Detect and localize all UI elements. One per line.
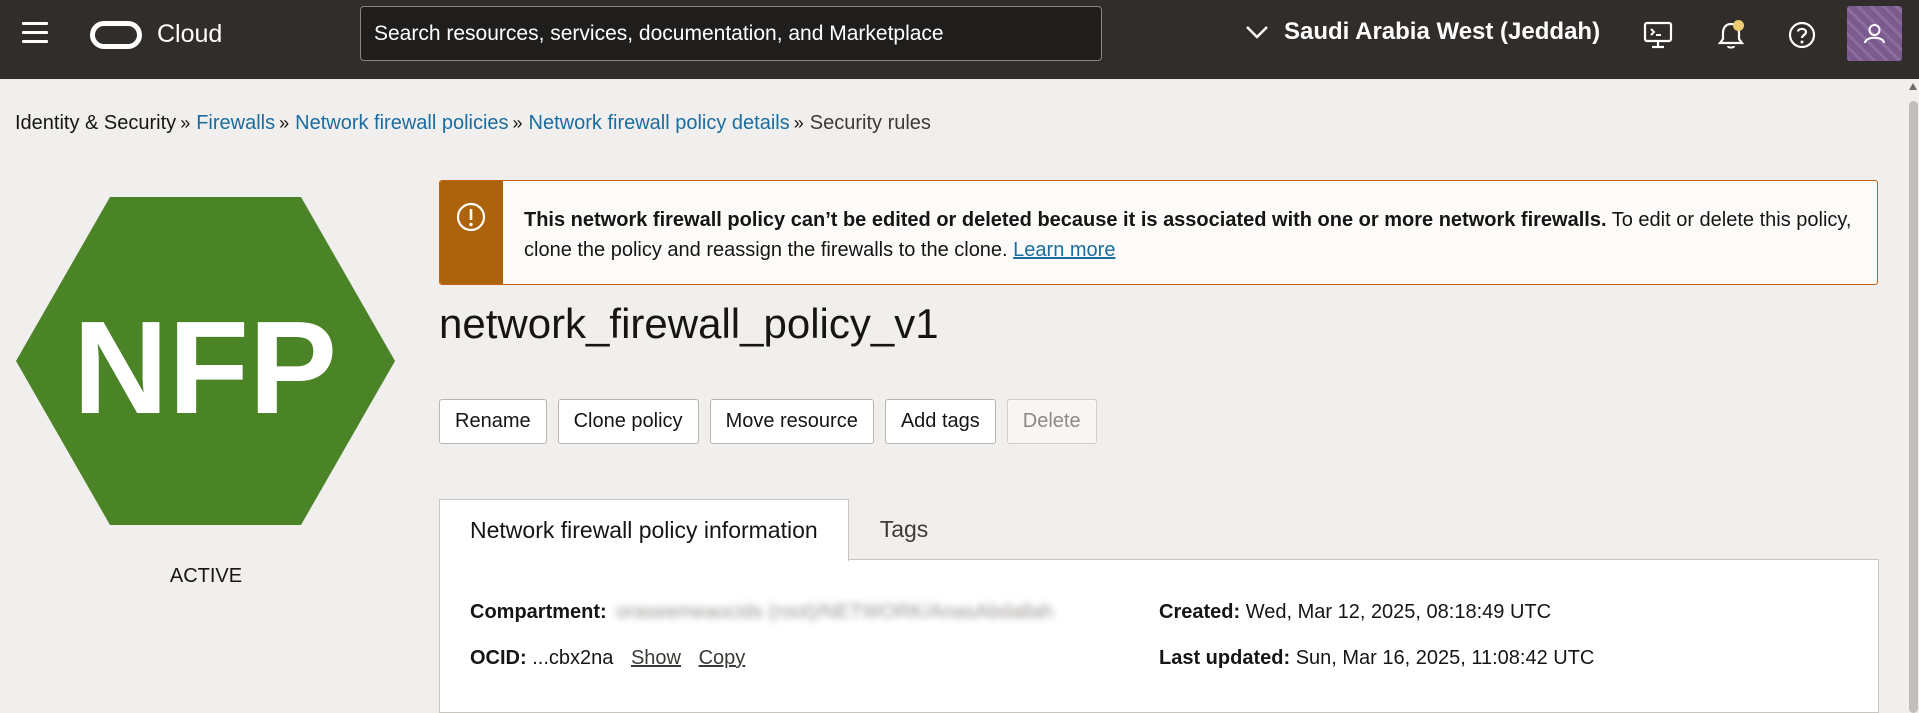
- delete-button: Delete: [1006, 399, 1097, 444]
- warning-banner: This network firewall policy can’t be ed…: [439, 180, 1878, 285]
- last-updated-label: Last updated:: [1159, 647, 1291, 669]
- clone-policy-button[interactable]: Clone policy: [557, 399, 699, 444]
- cloud-shell-icon[interactable]: [1642, 19, 1674, 51]
- region-selector[interactable]: Saudi Arabia West (Jeddah): [1244, 18, 1600, 46]
- menu-icon[interactable]: [20, 22, 50, 46]
- rename-button[interactable]: Rename: [439, 399, 547, 444]
- breadcrumb-separator: »: [180, 113, 191, 133]
- breadcrumb-policy-details[interactable]: Network firewall policy details: [529, 112, 790, 134]
- scrollbar-thumb[interactable]: [1909, 101, 1918, 713]
- breadcrumb-network-firewall-policies[interactable]: Network firewall policies: [295, 112, 508, 134]
- last-updated-value: Sun, Mar 16, 2025, 11:08:42 UTC: [1295, 647, 1595, 669]
- tab-policy-information[interactable]: Network firewall policy information: [439, 499, 849, 561]
- brand-label[interactable]: Cloud: [157, 20, 222, 49]
- badge-text: NFP: [73, 294, 337, 441]
- compartment-value[interactable]: oraseemeaocids (root)/NETWORK/AnasAbdall…: [616, 601, 1053, 624]
- breadcrumb-firewalls[interactable]: Firewalls: [196, 112, 275, 134]
- ocid-copy-link[interactable]: Copy: [699, 647, 746, 669]
- breadcrumb-separator: »: [793, 113, 804, 133]
- compartment-field: Compartment: oraseemeaocids (root)/NETWO…: [470, 601, 1053, 624]
- ocid-show-link[interactable]: Show: [631, 647, 681, 669]
- ocid-label: OCID:: [470, 647, 527, 669]
- status-label: ACTIVE: [169, 565, 243, 587]
- ocid-value: ...cbx2na: [532, 647, 614, 669]
- resource-hexagon-badge: NFP: [16, 197, 395, 525]
- region-label: Saudi Arabia West (Jeddah): [1284, 18, 1601, 45]
- help-icon[interactable]: [1786, 19, 1818, 51]
- created-field: Created: Wed, Mar 12, 2025, 08:18:49 UTC: [1159, 601, 1551, 624]
- last-updated-field: Last updated: Sun, Mar 16, 2025, 11:08:4…: [1159, 647, 1594, 670]
- search-input[interactable]: Search resources, services, documentatio…: [360, 6, 1102, 61]
- top-header: Cloud Search resources, services, docume…: [0, 0, 1919, 79]
- detail-tabs: Network firewall policy information Tags: [439, 499, 959, 561]
- add-tags-button[interactable]: Add tags: [884, 399, 996, 444]
- user-icon: [1864, 24, 1885, 44]
- warning-icon: [456, 202, 486, 232]
- breadcrumb-root[interactable]: Identity & Security: [15, 112, 176, 134]
- created-value: Wed, Mar 12, 2025, 08:18:49 UTC: [1245, 601, 1552, 623]
- alert-message: This network firewall policy can’t be ed…: [524, 205, 1864, 265]
- ocid-field: OCID: ...cbx2na Show Copy: [470, 647, 745, 670]
- bell-icon[interactable]: [1715, 19, 1747, 51]
- notification-dot: [1733, 20, 1744, 31]
- move-resource-button[interactable]: Move resource: [709, 399, 874, 444]
- alert-bold-text: This network firewall policy can’t be ed…: [524, 209, 1607, 231]
- oracle-logo-icon[interactable]: [90, 21, 142, 49]
- compartment-label: Compartment:: [470, 601, 607, 623]
- breadcrumb: Identity & Security» Firewalls» Network fi…: [15, 112, 931, 135]
- scroll-up-arrow-icon[interactable]: [1909, 83, 1917, 90]
- search-placeholder: Search resources, services, documentatio…: [374, 21, 944, 45]
- learn-more-link[interactable]: Learn more: [1013, 239, 1115, 261]
- user-avatar[interactable]: [1847, 6, 1902, 61]
- tab-tags[interactable]: Tags: [849, 499, 960, 560]
- action-toolbar: Rename Clone policy Move resource Add ta…: [439, 399, 1108, 444]
- created-label: Created:: [1159, 601, 1241, 623]
- breadcrumb-current: Security rules: [809, 112, 931, 134]
- breadcrumb-separator: »: [512, 113, 523, 133]
- alert-stripe: [440, 181, 503, 284]
- chevron-down-icon: [1246, 26, 1268, 39]
- breadcrumb-separator: »: [279, 113, 290, 133]
- page-scrollbar[interactable]: [1908, 79, 1919, 713]
- details-panel: Compartment: oraseemeaocids (root)/NETWO…: [439, 559, 1879, 713]
- page-title: network_firewall_policy_v1: [439, 300, 939, 347]
